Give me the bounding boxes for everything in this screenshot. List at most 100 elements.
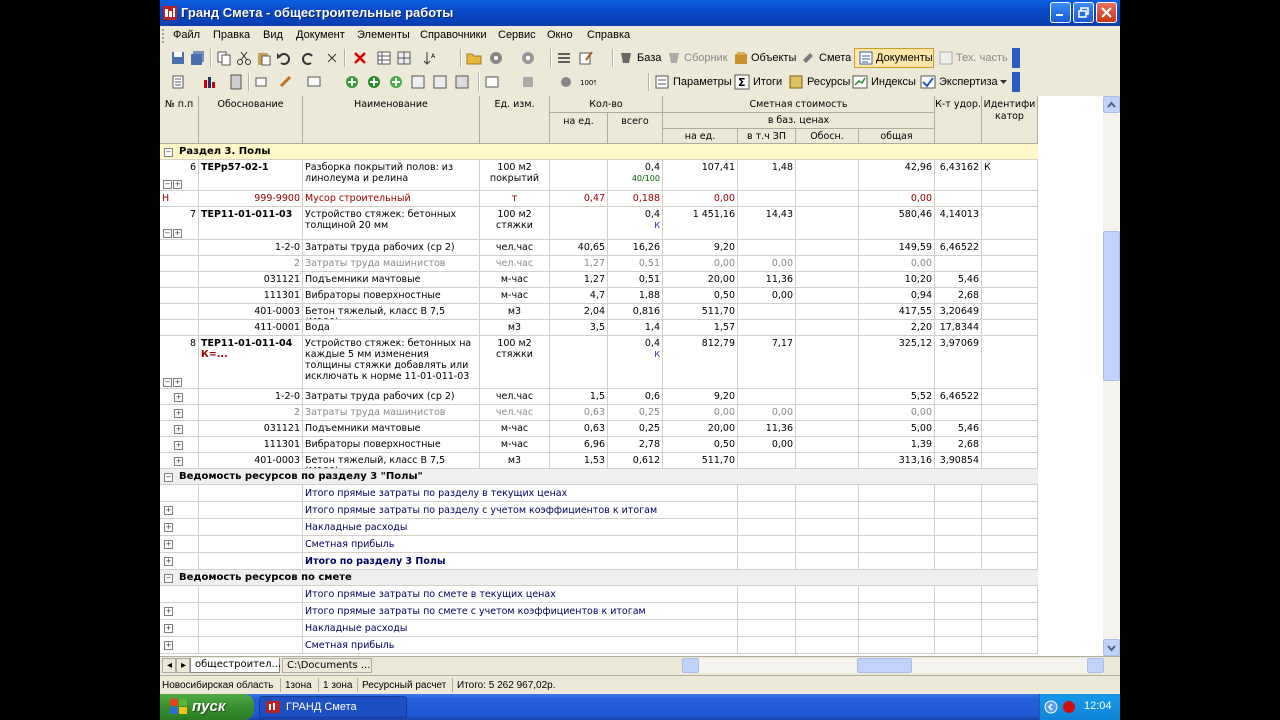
- cell-zp[interactable]: 14,43: [738, 207, 796, 239]
- cell-zp[interactable]: 7,17: [738, 336, 796, 388]
- menu-view[interactable]: Вид: [263, 29, 283, 41]
- cell-qty-total[interactable]: 0,6: [608, 389, 663, 404]
- cell-coef[interactable]: 3,90854: [935, 453, 982, 468]
- cell-coef[interactable]: [935, 191, 982, 206]
- cell-name[interactable]: Подъемники мачтовые строитель...: [303, 421, 480, 436]
- cell-price[interactable]: 0,50: [663, 437, 738, 452]
- cell-ident[interactable]: [982, 191, 1038, 206]
- cell-name[interactable]: Бетон тяжелый, класс В 7,5 (М100): [303, 304, 480, 319]
- menu-service[interactable]: Сервис: [498, 29, 536, 41]
- header-name[interactable]: Наименование: [303, 96, 480, 144]
- undo-icon[interactable]: [276, 50, 292, 66]
- cell-zp[interactable]: 11,36: [738, 272, 796, 287]
- cell-obosn[interactable]: [796, 272, 859, 287]
- cell-code[interactable]: 999-9900: [199, 191, 303, 206]
- cell-qty-total[interactable]: 0,4 40/100: [608, 160, 663, 190]
- indeksy-button[interactable]: Индексы: [871, 76, 916, 88]
- scroll-left-button[interactable]: [682, 658, 699, 673]
- cell-qty-total[interactable]: 1,4: [608, 320, 663, 335]
- calculator-icon[interactable]: [228, 74, 244, 90]
- horizontal-scrollbar[interactable]: [682, 658, 1104, 673]
- collapse-icon[interactable]: −: [164, 148, 173, 157]
- cell-name[interactable]: Разборка покрытий полов: из линолеума и …: [303, 160, 480, 190]
- cell-coef[interactable]: 3,97069: [935, 336, 982, 388]
- cell-unit[interactable]: м3: [480, 320, 550, 335]
- collapse-icon[interactable]: −: [164, 473, 173, 482]
- cell-unit[interactable]: т: [480, 191, 550, 206]
- tab-scroll-right[interactable]: ▸: [176, 658, 190, 673]
- cell-obosn[interactable]: [796, 160, 859, 190]
- collapse-icon[interactable]: −: [163, 180, 172, 189]
- cell-obosn[interactable]: [796, 304, 859, 319]
- cell-coef[interactable]: [935, 405, 982, 420]
- cell-price[interactable]: 0,00: [663, 191, 738, 206]
- cell-name[interactable]: Мусор строительный: [303, 191, 480, 206]
- cell-qty-total[interactable]: 0,612: [608, 453, 663, 468]
- estimate-row[interactable]: 7 ТЕР11-01-011-03 Устройство стяжек: бетон…: [160, 207, 1038, 240]
- cell-qty-unit[interactable]: [550, 160, 608, 190]
- cell-qty-unit[interactable]: 3,5: [550, 320, 608, 335]
- cell-code[interactable]: ТЕР11-01-011-03: [199, 207, 303, 239]
- total-row[interactable]: Накладные расходы +: [160, 620, 1038, 637]
- cell-n[interactable]: [160, 272, 199, 287]
- sbornik-icon[interactable]: [666, 50, 682, 66]
- header-per-unit[interactable]: на ед.: [663, 129, 738, 144]
- cell-code[interactable]: 031121: [199, 272, 303, 287]
- cell-price[interactable]: 107,41: [663, 160, 738, 190]
- redo-icon[interactable]: [300, 50, 316, 66]
- sort-icon[interactable]: A: [422, 50, 438, 66]
- tray-expand-icon[interactable]: [1044, 700, 1058, 714]
- cell-code[interactable]: 111301: [199, 437, 303, 452]
- estimate-row[interactable]: 1-2-0 Затраты труда рабочих (ср 2) чел.час…: [160, 240, 1038, 256]
- header-obosn[interactable]: Обосн.: [796, 129, 859, 144]
- resources-icon[interactable]: [788, 74, 804, 90]
- cell-qty-unit[interactable]: 1,27: [550, 256, 608, 271]
- cell-code[interactable]: 111301: [199, 288, 303, 303]
- expand-icon[interactable]: +: [164, 557, 173, 566]
- expand-icon[interactable]: +: [164, 607, 173, 616]
- cell-obosn[interactable]: [796, 256, 859, 271]
- toolbar-overflow-chevron[interactable]: [1012, 48, 1020, 68]
- cell-total[interactable]: 149,59: [859, 240, 935, 255]
- cell-zp[interactable]: [738, 320, 796, 335]
- estimate-row[interactable]: 401-0003Бетон тяжелый, класс В 7,5 (М100…: [160, 304, 1038, 320]
- estimate-row[interactable]: 111301 Вибраторы поверхностные м-час 4,7 1,8…: [160, 288, 1038, 304]
- header-coef[interactable]: К-т удор.: [935, 96, 982, 144]
- folder-icon[interactable]: [466, 50, 482, 66]
- save-icon[interactable]: [170, 50, 186, 66]
- header-qty-unit[interactable]: на ед.: [550, 113, 608, 144]
- header-cost[interactable]: Сметная стоимость: [663, 96, 935, 113]
- cell-name[interactable]: Затраты труда машинистов: [303, 405, 480, 420]
- cell-obosn[interactable]: [796, 320, 859, 335]
- cell-code[interactable]: 1-2-0: [199, 240, 303, 255]
- cell-ident[interactable]: [982, 240, 1038, 255]
- sbornik-button[interactable]: Сборник: [684, 52, 728, 64]
- section-row[interactable]: − Раздел 3. Полы: [160, 144, 1038, 160]
- zoom-icon[interactable]: 100%: [580, 74, 596, 90]
- cell-code[interactable]: ТЕРр57-02-1: [199, 160, 303, 190]
- cell-ident[interactable]: [982, 421, 1038, 436]
- menu-references[interactable]: Справочники: [420, 29, 487, 41]
- cell-zp[interactable]: [738, 304, 796, 319]
- expand-icon[interactable]: +: [164, 624, 173, 633]
- estimate-row[interactable]: 6 ТЕРр57-02-1 Разборка покрытий полов: из …: [160, 160, 1038, 191]
- cell-price[interactable]: 0,00: [663, 405, 738, 420]
- cell-total[interactable]: 0,00: [859, 191, 935, 206]
- cell-qty-total[interactable]: 0,51: [608, 256, 663, 271]
- cell-total[interactable]: 325,12: [859, 336, 935, 388]
- smeta-button[interactable]: Смета: [819, 52, 851, 64]
- total-row[interactable]: Сметная прибыль +: [160, 637, 1038, 654]
- cell-unit[interactable]: м3: [480, 304, 550, 319]
- cell-coef[interactable]: 5,46: [935, 272, 982, 287]
- cell-name[interactable]: Подъемники мачтовые строитель...: [303, 272, 480, 287]
- cell-qty-total[interactable]: 0,25: [608, 405, 663, 420]
- estimate-row[interactable]: 8 ТЕР11-01-011-04 К=... Устройство стяжек: …: [160, 336, 1038, 389]
- total-row[interactable]: Итого прямые затраты по разделу с учетом…: [160, 502, 1038, 519]
- cell-n[interactable]: [160, 320, 199, 335]
- cell-total[interactable]: 2,20: [859, 320, 935, 335]
- cell-obosn[interactable]: [796, 437, 859, 452]
- cell-n[interactable]: [160, 240, 199, 255]
- expertise-icon[interactable]: [920, 74, 936, 90]
- table-icon[interactable]: [376, 50, 392, 66]
- cell-n[interactable]: [160, 304, 199, 319]
